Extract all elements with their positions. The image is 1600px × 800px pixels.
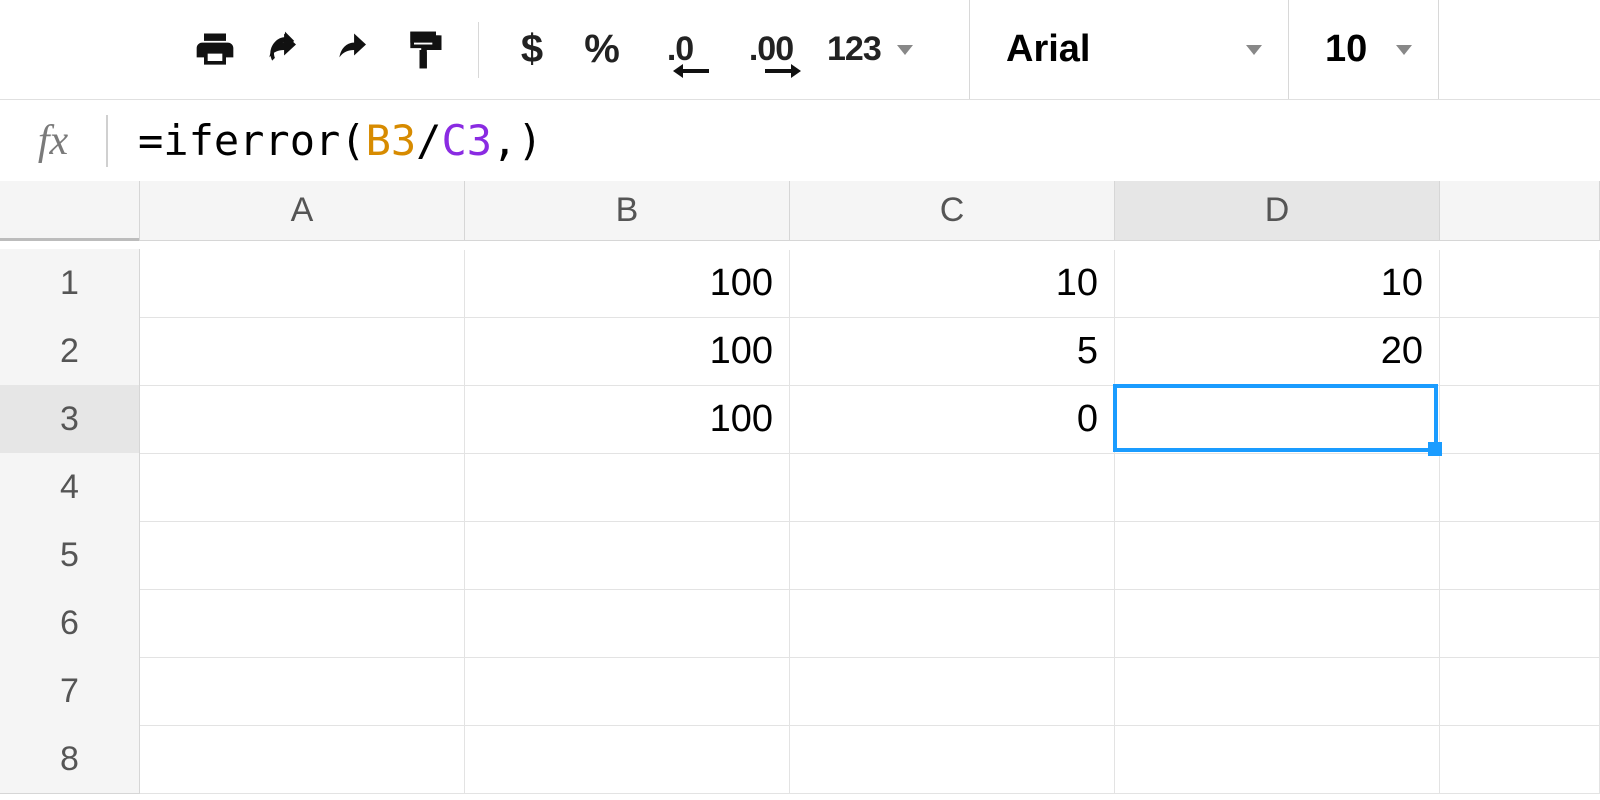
- row-header-1[interactable]: 1: [0, 249, 140, 318]
- undo-button[interactable]: [250, 20, 320, 80]
- row-header-8[interactable]: 8: [0, 725, 140, 794]
- cell-D2[interactable]: 20: [1115, 318, 1440, 386]
- cell-C6[interactable]: [790, 590, 1115, 658]
- toolbar: $ % .0 .00 123 Arial 10: [0, 0, 1600, 100]
- currency-button[interactable]: $: [497, 20, 567, 80]
- undo-icon: [263, 28, 307, 72]
- toolbar-separator: [478, 22, 479, 78]
- col-header-extra[interactable]: [1439, 181, 1600, 241]
- more-formats-label: 123: [827, 30, 881, 69]
- cell-B7[interactable]: [465, 658, 790, 726]
- cell-E2[interactable]: [1440, 318, 1600, 386]
- percent-label: %: [584, 27, 620, 72]
- paint-roller-icon: [403, 28, 447, 72]
- cell-A7[interactable]: [140, 658, 465, 726]
- cell-C5[interactable]: [790, 522, 1115, 590]
- cell-D7[interactable]: [1115, 658, 1440, 726]
- formula-prefix: =iferror(: [138, 116, 366, 165]
- cell-C8[interactable]: [790, 726, 1115, 794]
- cell-C3[interactable]: 0: [790, 386, 1115, 454]
- cell-B4[interactable]: [465, 454, 790, 522]
- font-size-label: 10: [1325, 28, 1367, 71]
- toolbar-group-number: $ % .0 .00 123: [497, 0, 929, 99]
- cell-D6[interactable]: [1115, 590, 1440, 658]
- font-select[interactable]: Arial: [969, 0, 1289, 99]
- print-icon: [193, 28, 237, 72]
- more-formats-button[interactable]: 123: [819, 20, 929, 80]
- cell-A2[interactable]: [140, 318, 465, 386]
- cell-B8[interactable]: [465, 726, 790, 794]
- select-all-corner[interactable]: [0, 181, 140, 241]
- col-header-C[interactable]: C: [789, 181, 1115, 241]
- row-header-6[interactable]: 6: [0, 589, 140, 658]
- cell-A1[interactable]: [140, 250, 465, 318]
- cell-B2[interactable]: 100: [465, 318, 790, 386]
- paint-format-button[interactable]: [390, 20, 460, 80]
- cell-C2[interactable]: 5: [790, 318, 1115, 386]
- row-header-4[interactable]: 4: [0, 453, 140, 522]
- cell-D4[interactable]: [1115, 454, 1440, 522]
- cell-A8[interactable]: [140, 726, 465, 794]
- font-size-select[interactable]: 10: [1289, 0, 1439, 99]
- row-header-7[interactable]: 7: [0, 657, 140, 726]
- font-name-label: Arial: [1006, 28, 1090, 71]
- chevron-down-icon: [1396, 45, 1412, 55]
- percent-button[interactable]: %: [567, 20, 637, 80]
- col-header-D[interactable]: D: [1114, 181, 1440, 241]
- cell-C1[interactable]: 10: [790, 250, 1115, 318]
- redo-button[interactable]: [320, 20, 390, 80]
- cell-E5[interactable]: [1440, 522, 1600, 590]
- currency-label: $: [521, 27, 543, 72]
- cell-E3[interactable]: [1440, 386, 1600, 454]
- cell-E1[interactable]: [1440, 250, 1600, 318]
- cell-C4[interactable]: [790, 454, 1115, 522]
- cell-D3[interactable]: [1115, 386, 1440, 454]
- cell-D5[interactable]: [1115, 522, 1440, 590]
- row-header-2[interactable]: 2: [0, 317, 140, 386]
- toolbar-group-edit: [180, 0, 460, 99]
- cell-E4[interactable]: [1440, 454, 1600, 522]
- decrease-decimal-button[interactable]: .0: [637, 20, 723, 80]
- formula-bar: fx =iferror(B3/C3,): [0, 100, 1600, 182]
- cell-E6[interactable]: [1440, 590, 1600, 658]
- cell-B1[interactable]: 100: [465, 250, 790, 318]
- print-button[interactable]: [180, 20, 250, 80]
- spreadsheet-grid[interactable]: A B C D 1 100 10 10 2 100 5 20 3 100 0 4…: [0, 182, 1600, 794]
- increase-decimal-icon: .00: [749, 30, 793, 69]
- redo-icon: [333, 28, 377, 72]
- cell-A3[interactable]: [140, 386, 465, 454]
- cell-A5[interactable]: [140, 522, 465, 590]
- fx-icon: fx: [0, 117, 106, 165]
- formula-ref2: C3: [441, 116, 492, 165]
- cell-D1[interactable]: 10: [1115, 250, 1440, 318]
- cell-B5[interactable]: [465, 522, 790, 590]
- chevron-down-icon: [1246, 45, 1262, 55]
- cell-A4[interactable]: [140, 454, 465, 522]
- col-header-A[interactable]: A: [139, 181, 465, 241]
- cell-B6[interactable]: [465, 590, 790, 658]
- cell-E7[interactable]: [1440, 658, 1600, 726]
- chevron-down-icon: [897, 45, 913, 55]
- row-header-3[interactable]: 3: [0, 385, 140, 454]
- cell-B3[interactable]: 100: [465, 386, 790, 454]
- cell-A6[interactable]: [140, 590, 465, 658]
- formula-suffix: ,): [492, 116, 543, 165]
- formula-op: /: [416, 116, 441, 165]
- decrease-decimal-icon: .0: [667, 30, 693, 69]
- formula-input[interactable]: =iferror(B3/C3,): [108, 116, 1600, 165]
- cell-C7[interactable]: [790, 658, 1115, 726]
- formula-ref1: B3: [366, 116, 417, 165]
- cell-D8[interactable]: [1115, 726, 1440, 794]
- row-header-5[interactable]: 5: [0, 521, 140, 590]
- increase-decimal-button[interactable]: .00: [723, 20, 819, 80]
- cell-E8[interactable]: [1440, 726, 1600, 794]
- col-header-B[interactable]: B: [464, 181, 790, 241]
